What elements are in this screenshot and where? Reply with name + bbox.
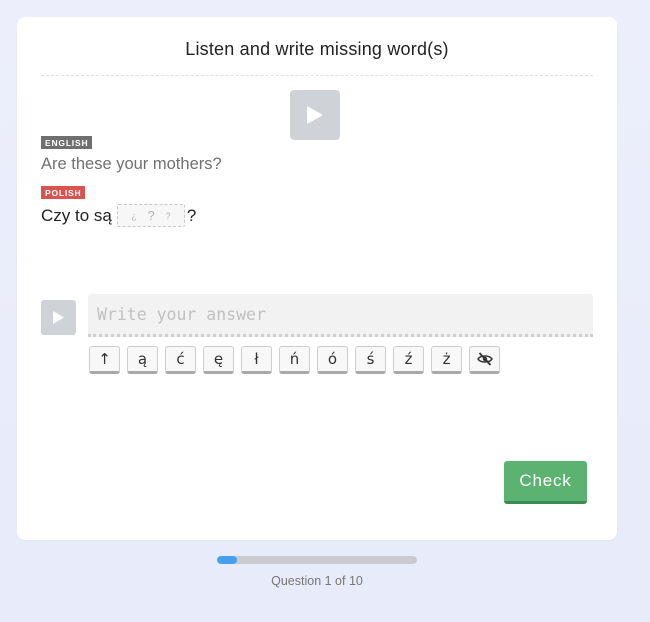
eye-slash-icon [476,352,493,366]
answer-input[interactable] [88,294,593,337]
check-button[interactable]: Check [504,461,587,504]
key-a-ogonek[interactable]: ą [127,346,158,374]
play-answer-audio-button[interactable] [41,300,76,335]
key-shift[interactable]: ↑ [89,346,120,374]
play-audio-button[interactable] [290,90,340,140]
progress-bar-fill [217,556,237,564]
exercise-title: Listen and write missing word(s) [185,39,449,59]
key-e-ogonek[interactable]: ę [203,346,234,374]
key-n-acute[interactable]: ń [279,346,310,374]
exercise-card: Listen and write missing word(s) ENGLISH… [17,17,617,540]
key-o-acute[interactable]: ó [317,346,348,374]
key-z-dot[interactable]: ż [431,346,462,374]
key-s-acute[interactable]: ś [355,346,386,374]
english-sentence: Are these your mothers? [41,155,222,173]
toggle-keyboard-button[interactable] [469,346,500,374]
play-icon [307,106,323,124]
title-divider [41,75,593,76]
special-characters-keyboard: ↑ ą ć ę ł ń ó ś ź ż [89,346,500,374]
english-badge: ENGLISH [41,136,93,149]
polish-sentence-end: ? [186,205,197,225]
polish-badge: POLISH [41,186,86,199]
gap-decoration: ? [165,210,171,221]
gap-question-mark: ? [147,208,155,223]
progress-label: Question 1 of 10 [271,574,363,588]
key-c-acute[interactable]: ć [165,346,196,374]
polish-sentence-start: Czy to są [41,205,112,225]
play-icon [53,311,64,324]
key-l-stroke[interactable]: ł [241,346,272,374]
progress-bar [217,556,417,564]
key-z-acute[interactable]: ź [393,346,424,374]
gap-decoration: ¿ [131,210,137,221]
polish-sentence: Czy to są ¿ ? ? ? [41,204,196,227]
missing-word-gap: ¿ ? ? [116,204,185,227]
